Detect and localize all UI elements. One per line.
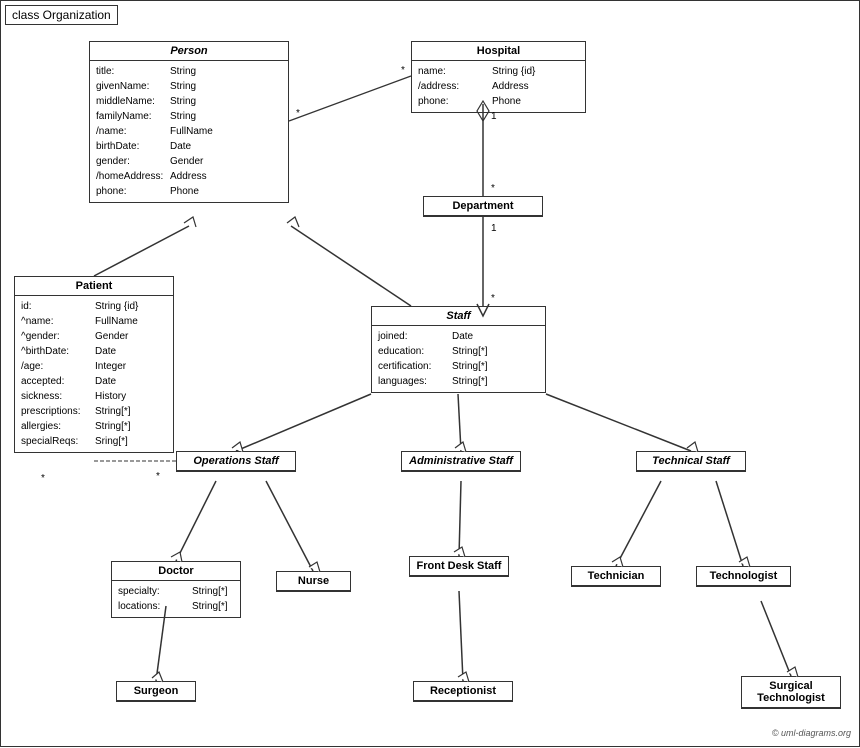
- technician-name: Technician: [572, 567, 660, 586]
- surgeon-name: Surgeon: [117, 682, 195, 701]
- nurse-name: Nurse: [277, 572, 350, 591]
- front-desk-staff-name: Front Desk Staff: [410, 557, 508, 576]
- svg-text:*: *: [296, 108, 300, 119]
- administrative-staff-name: Administrative Staff: [402, 452, 520, 471]
- class-department: Department: [423, 196, 543, 217]
- class-front-desk-staff: Front Desk Staff: [409, 556, 509, 577]
- receptionist-name: Receptionist: [414, 682, 512, 701]
- class-technical-staff: Technical Staff: [636, 451, 746, 472]
- technical-staff-name: Technical Staff: [637, 452, 745, 471]
- class-surgical-technologist: Surgical Technologist: [741, 676, 841, 709]
- class-doctor: Doctor specialty:String[*] locations:Str…: [111, 561, 241, 618]
- department-name: Department: [424, 197, 542, 216]
- svg-text:*: *: [401, 65, 405, 76]
- doctor-name: Doctor: [112, 562, 240, 581]
- svg-text:*: *: [491, 293, 495, 304]
- class-technician: Technician: [571, 566, 661, 587]
- diagram-title: class Organization: [5, 5, 118, 25]
- svg-text:*: *: [156, 471, 160, 482]
- class-nurse: Nurse: [276, 571, 351, 592]
- class-patient: Patient id:String {id} ^name:FullName ^g…: [14, 276, 174, 453]
- person-attrs: title:String givenName:String middleName…: [90, 61, 288, 202]
- hospital-name: Hospital: [412, 42, 585, 61]
- uml-diagram: class Organization Person title:String g…: [0, 0, 860, 747]
- patient-attrs: id:String {id} ^name:FullName ^gender:Ge…: [15, 296, 173, 452]
- class-hospital: Hospital name:String {id} /address:Addre…: [411, 41, 586, 113]
- surgical-technologist-name: Surgical Technologist: [742, 677, 840, 708]
- class-operations-staff: Operations Staff: [176, 451, 296, 472]
- person-name: Person: [90, 42, 288, 61]
- doctor-attrs: specialty:String[*] locations:String[*]: [112, 581, 240, 617]
- class-person: Person title:String givenName:String mid…: [89, 41, 289, 203]
- hospital-attrs: name:String {id} /address:Address phone:…: [412, 61, 585, 112]
- svg-text:*: *: [41, 473, 45, 484]
- class-staff: Staff joined:Date education:String[*] ce…: [371, 306, 546, 393]
- class-administrative-staff: Administrative Staff: [401, 451, 521, 472]
- class-receptionist: Receptionist: [413, 681, 513, 702]
- svg-text:*: *: [491, 183, 495, 194]
- technologist-name: Technologist: [697, 567, 790, 586]
- class-surgeon: Surgeon: [116, 681, 196, 702]
- copyright: © uml-diagrams.org: [772, 728, 851, 738]
- staff-attrs: joined:Date education:String[*] certific…: [372, 326, 545, 392]
- svg-text:1: 1: [491, 223, 497, 234]
- class-technologist: Technologist: [696, 566, 791, 587]
- patient-name: Patient: [15, 277, 173, 296]
- operations-staff-name: Operations Staff: [177, 452, 295, 471]
- staff-name: Staff: [372, 307, 545, 326]
